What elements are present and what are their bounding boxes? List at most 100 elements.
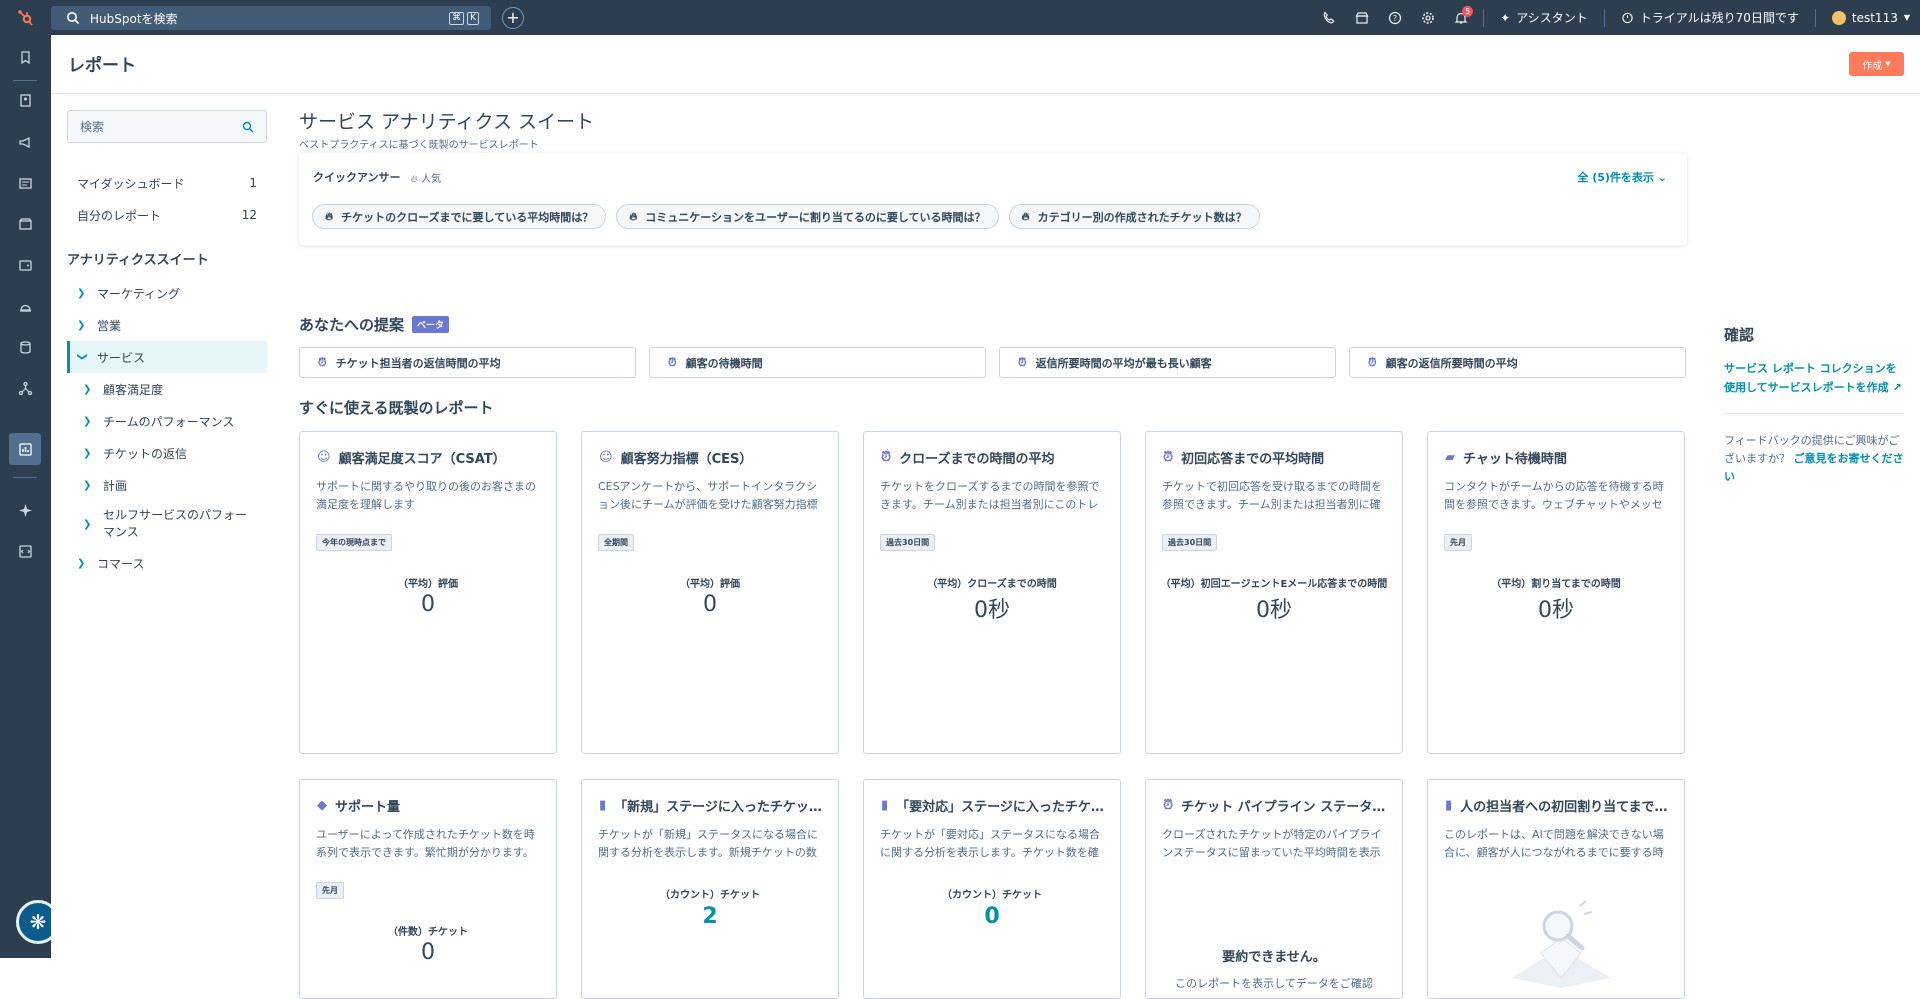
- report-card-title: ☺ 顧客満足度スコア（CSAT）: [317, 448, 549, 467]
- report-card[interactable]: ▮ 「新規」ステージに入ったチケット数 チケットが「新規」ステータスになる場合に関…: [581, 779, 839, 999]
- chat-bubble-icon: ▰: [1445, 450, 1455, 465]
- notifications-bell-icon[interactable]: 5: [1444, 0, 1477, 35]
- data-management-icon[interactable]: [13, 335, 37, 359]
- sidebar-search-input[interactable]: 検索: [67, 110, 267, 143]
- bar-chart-icon: ▮: [599, 798, 607, 813]
- metric-value: 0秒: [1256, 598, 1292, 623]
- report-card-title: ◆ サポート量: [317, 796, 549, 815]
- marketplace-icon[interactable]: [1345, 0, 1378, 35]
- metric-value[interactable]: 0: [864, 904, 1120, 929]
- assistant-button[interactable]: ✦ アシスタント: [1490, 9, 1598, 26]
- report-card[interactable]: ▮ 「要対応」ステージに入ったチケット数 チケットが「要対応」ステータスになる場合…: [863, 779, 1121, 999]
- divider: [1724, 413, 1904, 414]
- settings-gear-icon[interactable]: [1411, 0, 1444, 35]
- sidebar-item-team-performance[interactable]: ❯ チームのパフォーマンス: [67, 405, 267, 437]
- suggestion-card[interactable]: ⏰︎ チケット担当者の返信時間の平均: [299, 347, 636, 378]
- quick-answers-title: クイックアンサー 🔥︎ 人気: [313, 169, 441, 185]
- calling-icon[interactable]: [1312, 0, 1345, 35]
- report-card-description: コンタクトがチームからの応答を待機する時間を参照できます。ウェブチャットやメッセ…: [1444, 480, 1664, 511]
- show-all-label: 全 (5)件を表示: [1577, 171, 1654, 184]
- report-card[interactable]: ⏰︎ クローズまでの時間の平均 チケットをクローズするまでの時間を参照できます。チ…: [863, 431, 1121, 754]
- magnifier-empty-illustration: [1511, 900, 1611, 988]
- commerce-icon[interactable]: [13, 212, 37, 236]
- card-title-text: 「要対応」ステージに入ったチケット数: [896, 800, 1113, 815]
- sidebar-item-marketing[interactable]: ❯ マーケティング: [67, 277, 267, 309]
- search-icon: [67, 12, 80, 25]
- user-name: test113: [1851, 10, 1898, 25]
- chevron-right-icon: ❯: [83, 415, 92, 427]
- service-report-collection-link[interactable]: サービス レポート コレクションを使用してサービスレポートを作成 ↗: [1724, 359, 1904, 397]
- suggestion-label: チケット担当者の返信時間の平均: [335, 356, 501, 370]
- create-button[interactable]: 作成 ▼: [1849, 52, 1904, 76]
- divider: [1603, 8, 1605, 27]
- quick-answers-label: クイックアンサー: [313, 171, 401, 184]
- report-card[interactable]: ☺ 顧客努力指標（CES） CESアンケートから、サポートインタラクション後にチー…: [581, 431, 839, 754]
- show-all-link[interactable]: 全 (5)件を表示 ⌄: [1577, 169, 1667, 185]
- report-card-title: ▮ 「要対応」ステージに入ったチケット数: [881, 796, 1113, 815]
- quick-answer-chip[interactable]: 🔥︎ チケットのクローズまでに要している平均時間は？: [312, 204, 607, 229]
- bookmarks-icon[interactable]: [13, 45, 37, 69]
- clock-icon: ⏰︎: [1368, 355, 1377, 369]
- breeze-ai-icon[interactable]: [13, 498, 37, 522]
- quick-answer-chip[interactable]: 🔥︎ コミュニケーションをユーザーに割り当てるのに要している時間は？: [616, 204, 999, 229]
- sidebar-item-commerce[interactable]: ❯ コマース: [67, 547, 267, 579]
- report-card[interactable]: ⏰︎ チケット パイプライン ステータス時間 クローズされたチケットが特定のパイプ…: [1145, 779, 1403, 999]
- card-title-text: 初回応答までの平均時間: [1181, 452, 1325, 467]
- svg-text:?: ?: [1393, 14, 1397, 23]
- report-card-title: ⏰︎ クローズまでの時間の平均: [881, 448, 1113, 467]
- sidebar-item-ticket-replies[interactable]: ❯ チケットの返信: [67, 437, 267, 469]
- sidebar-item-my-dashboards[interactable]: マイダッシュボード 1: [67, 167, 267, 199]
- metric-label: （平均）初回エージェントEメール応答までの時間: [1160, 579, 1388, 590]
- hubspot-logo-icon[interactable]: [0, 0, 50, 35]
- chevron-right-icon: ❯: [77, 319, 86, 331]
- automation-icon[interactable]: [13, 376, 37, 400]
- marketing-megaphone-icon[interactable]: [13, 130, 37, 154]
- report-card-description: このレポートは、AIで問題を解決できない場合に、顧客が人につながれるまでに要する…: [1444, 828, 1664, 859]
- divider: [1483, 8, 1485, 27]
- date-range-tag: 過去30日間: [880, 534, 936, 551]
- sidebar-item-self-service[interactable]: ❯ セルフサービスのパフォーマンス: [67, 501, 267, 547]
- suggestion-label: 返信所要時間の平均が最も長い顧客: [1035, 356, 1212, 370]
- trial-status-button[interactable]: トライアルは残り70日間です: [1611, 9, 1809, 26]
- report-card[interactable]: ◆ サポート量 ユーザーによって作成されたチケット数を時系列で表示できます。繁忙期…: [299, 779, 557, 999]
- payments-icon[interactable]: [13, 253, 37, 277]
- account-menu[interactable]: test113 ▼: [1822, 10, 1920, 25]
- help-icon[interactable]: ?: [1378, 0, 1411, 35]
- trial-label: トライアルは残り70日間です: [1639, 11, 1799, 25]
- global-search-input[interactable]: HubSpotを検索 ⌘ K: [51, 6, 491, 30]
- sidebar-item-service[interactable]: ❯ サービス: [67, 341, 267, 373]
- metric-value[interactable]: 2: [582, 904, 838, 929]
- quick-answer-chip[interactable]: 🔥︎ カテゴリー別の作成されたチケット数は？: [1008, 204, 1260, 229]
- sidebar-item-label: セルフサービスのパフォーマンス: [103, 508, 248, 539]
- quick-answers-panel: クイックアンサー 🔥︎ 人気 全 (5)件を表示 ⌄ 🔥︎ チケットのクローズまでに…: [299, 153, 1687, 245]
- contacts-icon[interactable]: [13, 88, 37, 112]
- chevron-right-icon: ❯: [83, 447, 92, 459]
- my-reports-count: 12: [241, 208, 257, 222]
- report-card[interactable]: ▰ チャット待機時間 コンタクトがチームからの応答を待機する時間を参照できます。ウ…: [1427, 431, 1685, 754]
- suggestion-card[interactable]: ⏰︎ 返信所要時間の平均が最も長い顧客: [999, 347, 1336, 378]
- sidebar-item-sales[interactable]: ❯ 営業: [67, 309, 267, 341]
- report-card[interactable]: ▮ 人の担当者への初回割り当てまでの時間 このレポートは、AIで問題を解決できない…: [1427, 779, 1685, 999]
- suggestion-card[interactable]: ⏰︎ 顧客の返信所要時間の平均: [1349, 347, 1686, 378]
- sidebar-item-customer-satisfaction[interactable]: ❯ 顧客満足度: [67, 373, 267, 405]
- chevron-right-icon: ❯: [83, 383, 92, 395]
- report-card[interactable]: ☺ 顧客満足度スコア（CSAT） サポートに関するやり取りの後のお客さまの満足度を…: [299, 431, 557, 754]
- reporting-chart-icon[interactable]: [9, 433, 41, 465]
- cmd-key: ⌘: [449, 11, 465, 25]
- development-icon[interactable]: [13, 539, 37, 563]
- aside-title: 確認: [1724, 326, 1755, 344]
- bar-chart-icon: ▮: [1445, 798, 1453, 813]
- service-bell-icon[interactable]: [13, 294, 37, 318]
- quick-create-button[interactable]: +: [502, 7, 524, 29]
- suggestion-label: 顧客の待機時間: [685, 356, 763, 370]
- external-link-icon: ↗: [1892, 381, 1902, 394]
- alarm-clock-icon: ⏰︎: [881, 450, 892, 465]
- report-card[interactable]: ⏰︎ 初回応答までの平均時間 チケットで初回応答を受け取るまでの時間を参照できます…: [1145, 431, 1403, 754]
- sidebar-item-my-reports[interactable]: 自分のレポート 12: [67, 199, 267, 231]
- suggestion-card[interactable]: ⏰︎ 顧客の待機時間: [649, 347, 986, 378]
- report-card-description: チケットで初回応答を受け取るまでの時間を参照できます。チーム別または担当者別に確…: [1162, 480, 1382, 511]
- metric-value: 0秒: [1538, 598, 1574, 623]
- empty-state-title: 要約できません。: [1222, 950, 1326, 965]
- sidebar-item-planning[interactable]: ❯ 計画: [67, 469, 267, 501]
- content-icon[interactable]: [13, 171, 37, 195]
